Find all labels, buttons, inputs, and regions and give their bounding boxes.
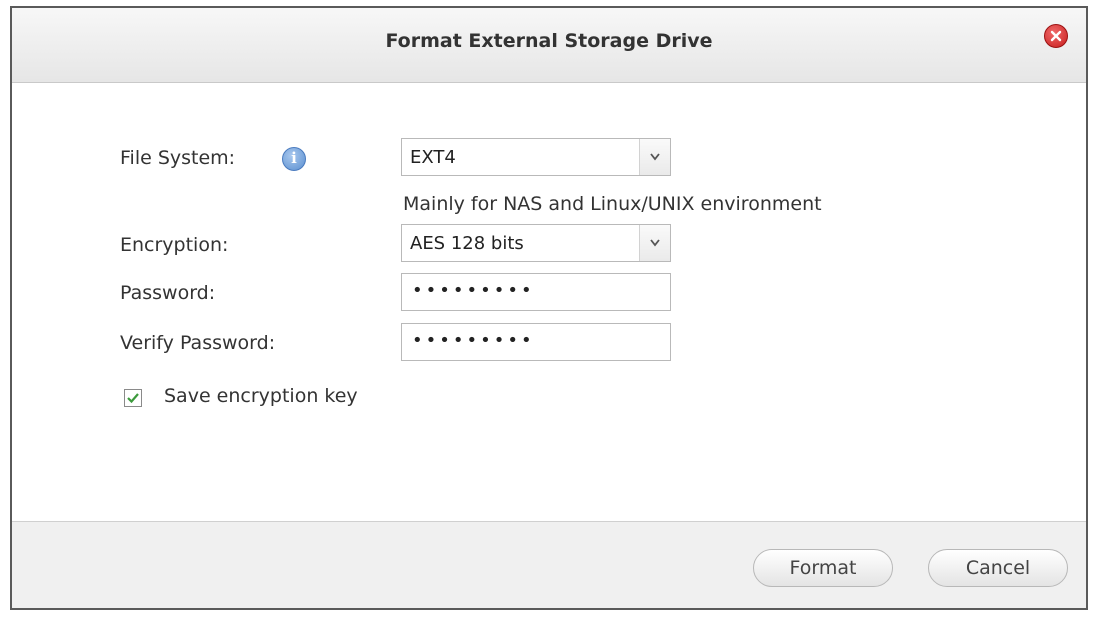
close-icon[interactable] (1044, 24, 1068, 48)
verify-password-label: Verify Password: (120, 332, 276, 354)
verify-password-value: ••••••••• (412, 330, 535, 351)
checkmark-icon (127, 393, 139, 404)
password-field[interactable]: ••••••••• (401, 273, 671, 311)
file-system-value: EXT4 (410, 147, 456, 168)
cancel-button[interactable]: Cancel (928, 549, 1068, 587)
file-system-select[interactable]: EXT4 (401, 138, 671, 176)
password-label: Password: (120, 282, 216, 304)
file-system-hint: Mainly for NAS and Linux/UNIX environmen… (403, 193, 822, 215)
dialog-footer: Format Cancel (12, 521, 1086, 608)
format-drive-dialog: Format External Storage Drive File Syste… (10, 6, 1088, 610)
chevron-down-icon[interactable] (639, 139, 670, 175)
encryption-label: Encryption: (120, 234, 229, 256)
encryption-select[interactable]: AES 128 bits (401, 224, 671, 262)
format-button[interactable]: Format (753, 549, 893, 587)
save-key-label[interactable]: Save encryption key (164, 385, 358, 407)
verify-password-field[interactable]: ••••••••• (401, 323, 671, 361)
dialog-title: Format External Storage Drive (385, 30, 713, 52)
password-value: ••••••••• (412, 280, 535, 301)
dialog-titlebar: Format External Storage Drive (12, 8, 1086, 83)
chevron-down-icon[interactable] (639, 225, 670, 261)
info-icon-glyph: i (291, 149, 297, 167)
info-icon[interactable]: i (282, 147, 306, 171)
file-system-label: File System: (120, 147, 236, 169)
save-key-checkbox[interactable] (124, 389, 142, 407)
encryption-value: AES 128 bits (410, 233, 524, 254)
